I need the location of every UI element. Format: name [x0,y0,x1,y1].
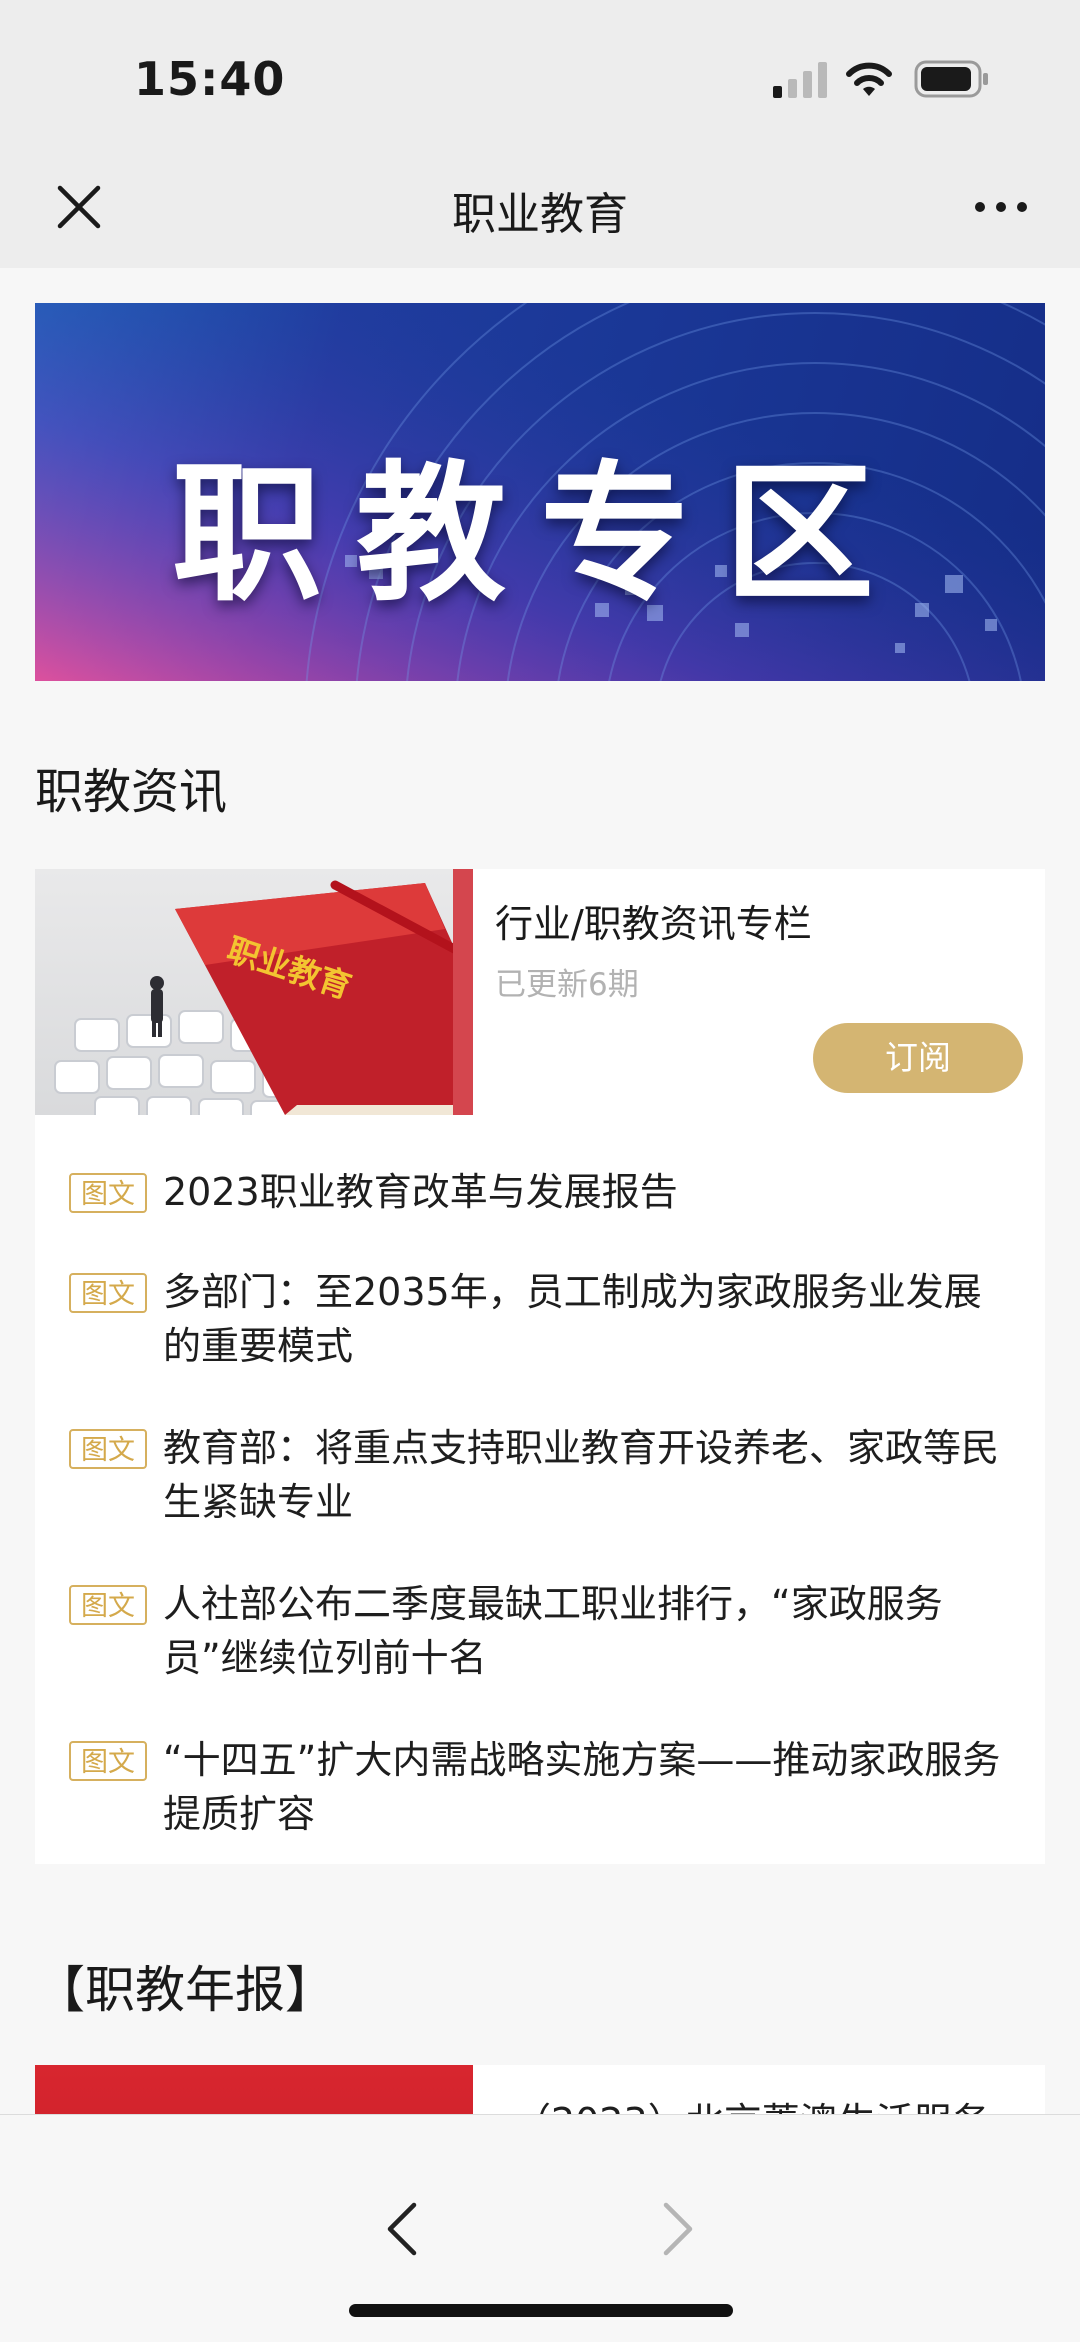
banner-title: 职教专区 [171,446,908,622]
column-title[interactable]: 行业/职教资讯专栏 [495,893,812,948]
more-options-icon[interactable] [966,176,1036,238]
column-card: 职业教育 行业/职教资讯专栏 已更新6期 订阅 图文 2023职业教育改革与发展… [35,869,1045,1864]
battery-icon [914,60,988,98]
back-arrow-icon[interactable] [372,2197,432,2261]
subscribe-button[interactable]: 订阅 [813,1023,1023,1093]
section-title-annual-report: 【职教年报】 [35,1961,335,2019]
list-item[interactable]: 图文 教育部：将重点支持职业教育开设养老、家政等民生紧缺专业 [69,1421,1019,1531]
nav-bar: 职业教育 [0,150,1080,268]
article-type-tag: 图文 [69,1173,147,1213]
home-indicator[interactable] [349,2304,733,2317]
section-title-news: 职教资讯 [35,764,228,820]
status-time: 15:40 [134,52,286,106]
article-type-tag: 图文 [69,1429,147,1469]
list-item[interactable]: 图文 2023职业教育改革与发展报告 [69,1165,1019,1221]
article-title: 教育部：将重点支持职业教育开设养老、家政等民生紧缺专业 [163,1426,1000,1524]
list-item[interactable]: 图文 多部门：至2035年，员工制成为家政服务业发展的重要模式 [69,1265,1019,1375]
wifi-icon [846,62,892,96]
list-item[interactable]: 图文 人社部公布二季度最缺工职业排行，“家政服务员”继续位列前十名 [69,1577,1019,1687]
list-item[interactable]: 图文 “十四五”扩大内需战略实施方案——推动家政服务提质扩容 [69,1733,1019,1843]
article-title: “十四五”扩大内需战略实施方案——推动家政服务提质扩容 [163,1738,1001,1836]
article-type-tag: 图文 [69,1585,147,1625]
banner[interactable]: 职教专区 [35,303,1045,681]
cellular-signal-icon [773,62,827,98]
article-type-tag: 图文 [69,1273,147,1313]
article-type-tag: 图文 [69,1741,147,1781]
article-title: 2023职业教育改革与发展报告 [163,1170,678,1214]
forward-arrow-icon[interactable] [648,2197,708,2261]
thumbnail-illustration: 职业教育 [54,869,473,1115]
article-title: 人社部公布二季度最缺工职业排行，“家政服务员”继续位列前十名 [163,1582,943,1680]
article-title: 多部门：至2035年，员工制成为家政服务业发展的重要模式 [163,1270,982,1368]
status-bar: 15:40 [0,0,1080,150]
column-thumbnail[interactable]: 职业教育 [35,869,473,1115]
page-title: 职业教育 [452,189,628,240]
column-update-count: 已更新6期 [495,967,639,1003]
